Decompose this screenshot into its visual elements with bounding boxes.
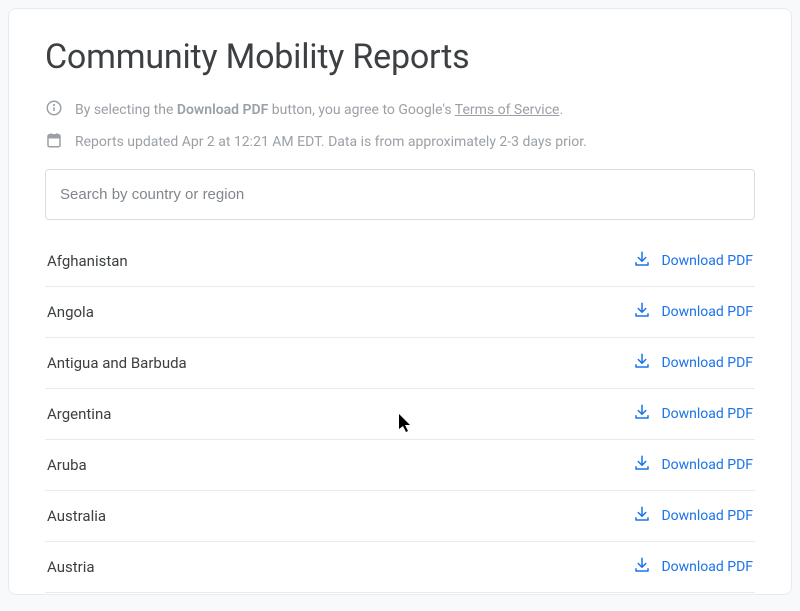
country-name: Antigua and Barbuda — [47, 354, 187, 372]
download-pdf-link[interactable]: Download PDF — [633, 505, 753, 527]
country-row: Afghanistan Download PDF — [45, 236, 755, 287]
download-icon — [633, 505, 651, 527]
tos-middle: button, you agree to Google's — [268, 102, 454, 118]
download-icon — [633, 250, 651, 272]
download-icon — [633, 454, 651, 476]
download-pdf-link[interactable]: Download PDF — [633, 403, 753, 425]
country-name: Australia — [47, 507, 106, 525]
download-label: Download PDF — [661, 253, 753, 269]
download-icon — [633, 352, 651, 374]
report-card: Community Mobility Reports By selecting … — [8, 8, 792, 595]
updated-info-line: Reports updated Apr 2 at 12:21 AM EDT. D… — [45, 131, 755, 153]
country-row: Argentina Download PDF — [45, 389, 755, 440]
country-row: Angola Download PDF — [45, 287, 755, 338]
download-pdf-link[interactable]: Download PDF — [633, 352, 753, 374]
country-list: Afghanistan Download PDF Angola Download PD… — [45, 236, 755, 593]
calendar-icon — [45, 131, 63, 153]
download-pdf-link[interactable]: Download PDF — [633, 250, 753, 272]
country-name: Afghanistan — [47, 252, 128, 270]
download-pdf-link[interactable]: Download PDF — [633, 454, 753, 476]
download-label: Download PDF — [661, 457, 753, 473]
info-icon — [45, 99, 63, 121]
download-label: Download PDF — [661, 406, 753, 422]
page-title: Community Mobility Reports — [45, 37, 755, 77]
country-name: Argentina — [47, 405, 111, 423]
download-icon — [633, 301, 651, 323]
download-label: Download PDF — [661, 508, 753, 524]
country-name: Austria — [47, 558, 95, 576]
country-row: Australia Download PDF — [45, 491, 755, 542]
tos-text: By selecting the Download PDF button, yo… — [75, 102, 563, 118]
download-label: Download PDF — [661, 304, 753, 320]
download-icon — [633, 556, 651, 578]
download-icon — [633, 403, 651, 425]
country-name: Angola — [47, 303, 94, 321]
tos-bold: Download PDF — [177, 102, 268, 118]
tos-prefix: By selecting the — [75, 102, 177, 118]
country-row: Antigua and Barbuda Download PDF — [45, 338, 755, 389]
terms-of-service-link[interactable]: Terms of Service — [455, 102, 560, 118]
updated-text: Reports updated Apr 2 at 12:21 AM EDT. D… — [75, 134, 587, 150]
search-input[interactable] — [45, 169, 755, 220]
search-container — [45, 169, 755, 220]
tos-info-line: By selecting the Download PDF button, yo… — [45, 99, 755, 121]
download-label: Download PDF — [661, 355, 753, 371]
download-pdf-link[interactable]: Download PDF — [633, 556, 753, 578]
country-name: Aruba — [47, 456, 87, 474]
country-row: Aruba Download PDF — [45, 440, 755, 491]
download-label: Download PDF — [661, 559, 753, 575]
download-pdf-link[interactable]: Download PDF — [633, 301, 753, 323]
country-row: Austria Download PDF — [45, 542, 755, 593]
tos-suffix: . — [559, 102, 563, 118]
